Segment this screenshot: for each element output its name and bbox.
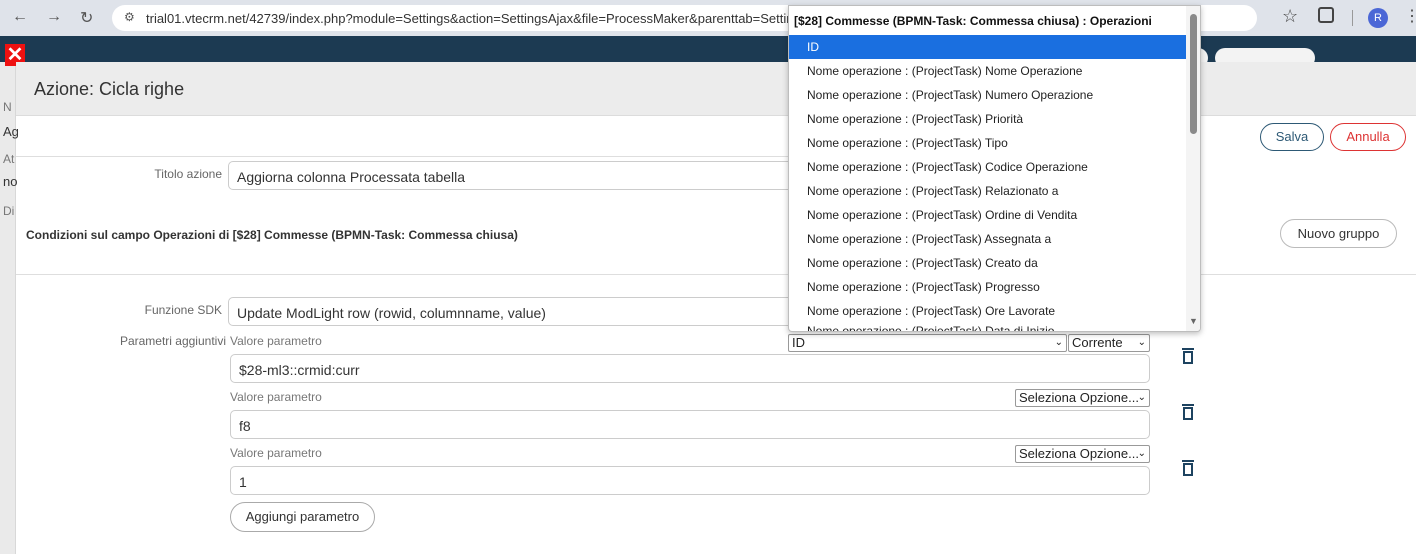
strip-text: At <box>3 152 15 166</box>
dropdown-option[interactable]: Nome operazione : (ProjectTask) Priorità <box>789 107 1186 131</box>
profile-avatar[interactable]: R <box>1368 8 1388 28</box>
divider <box>16 156 788 157</box>
action-title-label: Titolo azione <box>154 167 222 181</box>
strip-text: Di <box>3 204 15 218</box>
browser-toolbar: ← → ↻ ⚙ trial01.vtecrm.net/42739/index.p… <box>0 0 1416 36</box>
param-value-input[interactable]: $28-ml3::crmid:curr <box>230 354 1150 383</box>
param-field-select-value: ID <box>792 335 805 350</box>
dropdown-option[interactable]: Nome operazione : (ProjectTask) Relazion… <box>789 179 1186 203</box>
back-icon[interactable]: ← <box>12 8 28 26</box>
param-field-select-value: Seleziona Opzione... <box>1019 390 1139 405</box>
param-value-input[interactable]: 1 <box>230 466 1150 495</box>
dropdown-option[interactable]: Nome operazione : (ProjectTask) Data di … <box>789 319 1186 331</box>
strip-text: Ag <box>3 124 19 139</box>
dropdown-option[interactable]: Nome operazione : (ProjectTask) Assegnat… <box>789 227 1186 251</box>
modal-header: Azione: Cicla righe <box>16 62 1416 116</box>
dropdown-option[interactable]: Nome operazione : (ProjectTask) Creato d… <box>789 251 1186 275</box>
param-scope-select[interactable]: Corrente ⌄ <box>1068 334 1150 352</box>
chevron-down-icon: ⌄ <box>1137 448 1146 459</box>
trash-icon[interactable] <box>1181 403 1195 421</box>
save-button[interactable]: Salva <box>1260 123 1324 151</box>
extensions-icon[interactable] <box>1318 7 1334 23</box>
sdk-function-select[interactable]: Update ModLight row (rowid, columnname, … <box>228 297 798 326</box>
site-settings-icon[interactable]: ⚙ <box>124 10 135 24</box>
param-field-select[interactable]: ID ⌄ <box>788 334 1067 352</box>
reload-icon[interactable]: ↻ <box>80 8 93 28</box>
scroll-down-arrow-icon[interactable]: ▼ <box>1189 316 1198 326</box>
add-parameter-button[interactable]: Aggiungi parametro <box>230 502 375 532</box>
divider <box>16 274 1416 275</box>
param-field-select[interactable]: Seleziona Opzione... ⌄ <box>1015 389 1150 407</box>
conditions-title: Condizioni sul campo Operazioni di [$28]… <box>26 228 518 242</box>
sdk-function-label: Funzione SDK <box>144 303 222 317</box>
param-label: Valore parametro <box>230 334 322 348</box>
url-text[interactable]: trial01.vtecrm.net/42739/index.php?modul… <box>146 11 806 26</box>
dropdown-option[interactable]: Nome operazione : (ProjectTask) Numero O… <box>789 83 1186 107</box>
action-title-input[interactable]: Aggiorna colonna Processata tabella <box>228 161 798 190</box>
param-value-input[interactable]: f8 <box>230 410 1150 439</box>
extra-params-label: Parametri aggiuntivi <box>119 334 226 348</box>
param-field-select-value: Seleziona Opzione... <box>1019 446 1139 461</box>
field-dropdown-list[interactable]: [$28] Commesse (BPMN-Task: Commessa chiu… <box>788 5 1201 332</box>
param-field-select[interactable]: Seleziona Opzione... ⌄ <box>1015 445 1150 463</box>
chevron-down-icon: ⌄ <box>1054 337 1063 348</box>
new-group-button[interactable]: Nuovo gruppo <box>1280 219 1397 248</box>
forward-icon[interactable]: → <box>46 8 62 26</box>
dropdown-option[interactable]: Nome operazione : (ProjectTask) Codice O… <box>789 155 1186 179</box>
dropdown-group-header: [$28] Commesse (BPMN-Task: Commessa chiu… <box>794 14 1152 28</box>
strip-text: N <box>3 100 12 114</box>
bookmark-star-icon[interactable]: ☆ <box>1282 6 1298 27</box>
chevron-down-icon: ⌄ <box>1137 392 1146 403</box>
strip-text: no <box>3 174 18 189</box>
param-label: Valore parametro <box>230 390 322 404</box>
scrollbar-thumb[interactable] <box>1190 14 1197 134</box>
browser-menu-icon[interactable]: ⋮ <box>1404 6 1416 26</box>
trash-icon[interactable] <box>1181 347 1195 365</box>
toolbar-divider <box>1352 10 1353 26</box>
cancel-button[interactable]: Annulla <box>1330 123 1406 151</box>
dropdown-scrollbar[interactable]: ▼ <box>1186 6 1200 331</box>
dropdown-option[interactable]: Nome operazione : (ProjectTask) Ordine d… <box>789 203 1186 227</box>
background-page-strip: N Ag At no Di <box>0 62 19 554</box>
dropdown-option[interactable]: ID <box>789 35 1186 59</box>
trash-icon[interactable] <box>1181 459 1195 477</box>
param-scope-select-value: Corrente <box>1072 335 1123 350</box>
chevron-down-icon: ⌄ <box>1137 337 1146 348</box>
param-label: Valore parametro <box>230 446 322 460</box>
dropdown-option[interactable]: Nome operazione : (ProjectTask) Progress… <box>789 275 1186 299</box>
dropdown-option[interactable]: Nome operazione : (ProjectTask) Nome Ope… <box>789 59 1186 83</box>
modal-title: Azione: Cicla righe <box>34 79 185 99</box>
dropdown-option[interactable]: Nome operazione : (ProjectTask) Tipo <box>789 131 1186 155</box>
